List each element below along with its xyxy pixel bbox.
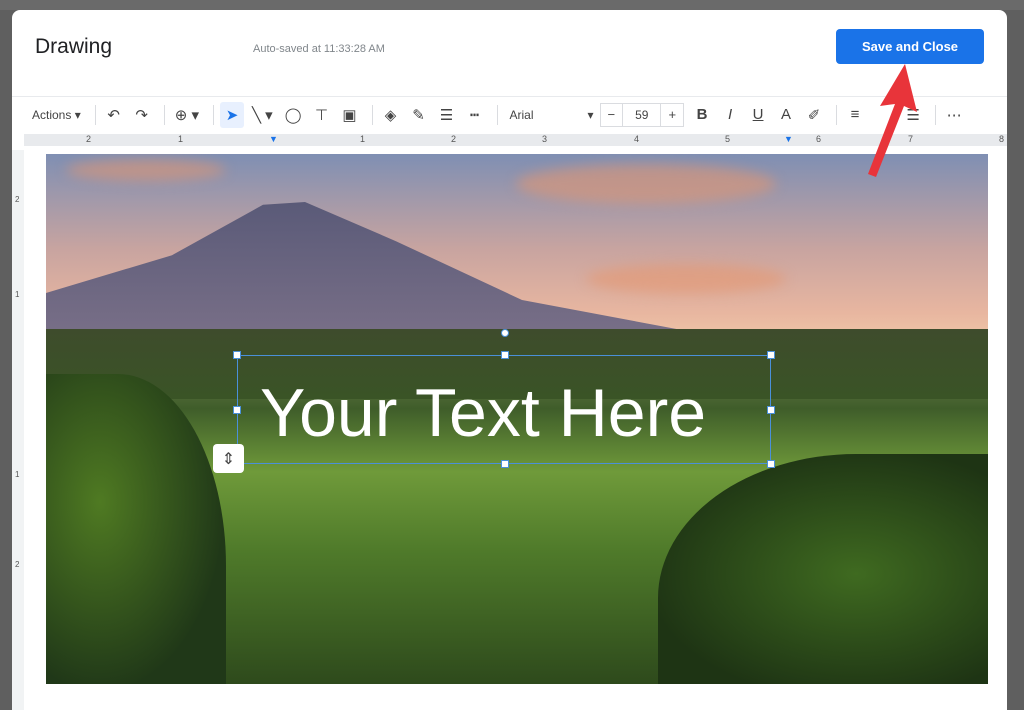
vertical-ruler: 2 1 1 2 bbox=[12, 150, 24, 710]
border-color-icon[interactable]: ✎ bbox=[407, 102, 431, 128]
actions-menu[interactable]: Actions ▾ bbox=[28, 102, 85, 128]
resize-handle[interactable] bbox=[233, 406, 241, 414]
ruler-label: 4 bbox=[634, 134, 640, 144]
divider bbox=[496, 104, 498, 125]
font-size-input[interactable]: 59 bbox=[622, 103, 662, 126]
cloud bbox=[516, 164, 776, 204]
resize-handle[interactable] bbox=[767, 460, 775, 468]
ruler-label: 2 bbox=[86, 134, 92, 144]
highlight-icon[interactable]: ✐ bbox=[802, 102, 826, 128]
more-button[interactable]: ⋯ bbox=[942, 102, 966, 128]
increase-size-button[interactable]: + bbox=[661, 107, 683, 122]
divider bbox=[371, 104, 373, 125]
divider bbox=[94, 104, 96, 125]
font-name: Arial bbox=[509, 107, 534, 122]
divider bbox=[212, 104, 214, 125]
cloud bbox=[66, 159, 226, 181]
redo-icon[interactable]: ↷ bbox=[130, 102, 154, 128]
resize-handle[interactable] bbox=[767, 406, 775, 414]
cloud bbox=[586, 264, 786, 294]
ruler-label: 1 bbox=[178, 134, 184, 144]
shape-icon[interactable]: ◯ bbox=[281, 102, 306, 128]
resize-handle[interactable] bbox=[501, 351, 509, 359]
divider bbox=[163, 104, 165, 125]
undo-icon[interactable]: ↶ bbox=[102, 102, 126, 128]
ruler-label: 3 bbox=[542, 134, 548, 144]
trees-left bbox=[46, 374, 226, 684]
ruler-label: 8 bbox=[999, 134, 1005, 144]
divider bbox=[836, 104, 838, 125]
font-select[interactable]: Arial ▾ bbox=[504, 108, 600, 122]
resize-handle[interactable] bbox=[501, 460, 509, 468]
text-box-content[interactable]: Your Text Here bbox=[260, 374, 706, 452]
actions-label: Actions bbox=[32, 107, 72, 122]
toolbar: Actions ▾ ↶ ↷ ⊕ ▾ ➤ ╲ ▾ ◯ ⊤ ▣ ◈ ✎ ☰ ┅ Ar… bbox=[12, 96, 1007, 132]
selected-text-box[interactable]: Your Text Here bbox=[233, 329, 775, 468]
dialog-title: Drawing bbox=[35, 35, 113, 58]
bold-button[interactable]: B bbox=[690, 102, 714, 128]
ruler-label: 1 bbox=[15, 290, 20, 299]
right-indent-marker-icon[interactable]: ▼ bbox=[784, 134, 793, 144]
autosave-status: Auto-saved at 11:33:28 AM bbox=[253, 43, 385, 55]
resize-handle[interactable] bbox=[233, 351, 241, 359]
decrease-size-button[interactable]: − bbox=[601, 107, 623, 122]
ruler-label: 6 bbox=[816, 134, 822, 144]
ruler-label: 1 bbox=[15, 470, 20, 479]
indent-marker-icon[interactable]: ▼ bbox=[269, 134, 278, 144]
save-and-close-button[interactable]: Save and Close bbox=[836, 29, 984, 64]
zoom-icon[interactable]: ⊕ ▾ bbox=[171, 102, 203, 128]
ruler-label: 5 bbox=[725, 134, 731, 144]
resize-handle[interactable] bbox=[767, 351, 775, 359]
ruler-label: 2 bbox=[15, 560, 20, 569]
border-weight-icon[interactable]: ☰ bbox=[435, 102, 459, 128]
chevron-down-icon: ▾ bbox=[587, 107, 594, 122]
trees-right bbox=[658, 454, 988, 684]
image-icon[interactable]: ▣ bbox=[338, 102, 362, 128]
ruler-label: 2 bbox=[451, 134, 457, 144]
ruler-label: 1 bbox=[360, 134, 366, 144]
border-dash-icon[interactable]: ┅ bbox=[463, 102, 487, 128]
background-window bbox=[0, 0, 1024, 10]
vertical-align-icon[interactable]: ⇕ bbox=[213, 444, 244, 473]
red-arrow-annotation bbox=[868, 64, 917, 177]
text-color-button[interactable]: A bbox=[774, 102, 798, 128]
text-box-icon[interactable]: ⊤ bbox=[310, 102, 334, 128]
ruler-label: 2 bbox=[15, 195, 20, 204]
font-size-stepper: − 59 + bbox=[599, 102, 685, 127]
select-cursor-icon[interactable]: ➤ bbox=[219, 101, 244, 128]
italic-button[interactable]: I bbox=[718, 102, 742, 128]
rotate-handle[interactable] bbox=[501, 329, 509, 337]
fill-color-icon[interactable]: ◈ bbox=[379, 102, 403, 128]
underline-button[interactable]: U bbox=[746, 102, 770, 128]
divider bbox=[935, 104, 937, 125]
line-icon[interactable]: ╲ ▾ bbox=[248, 102, 277, 128]
